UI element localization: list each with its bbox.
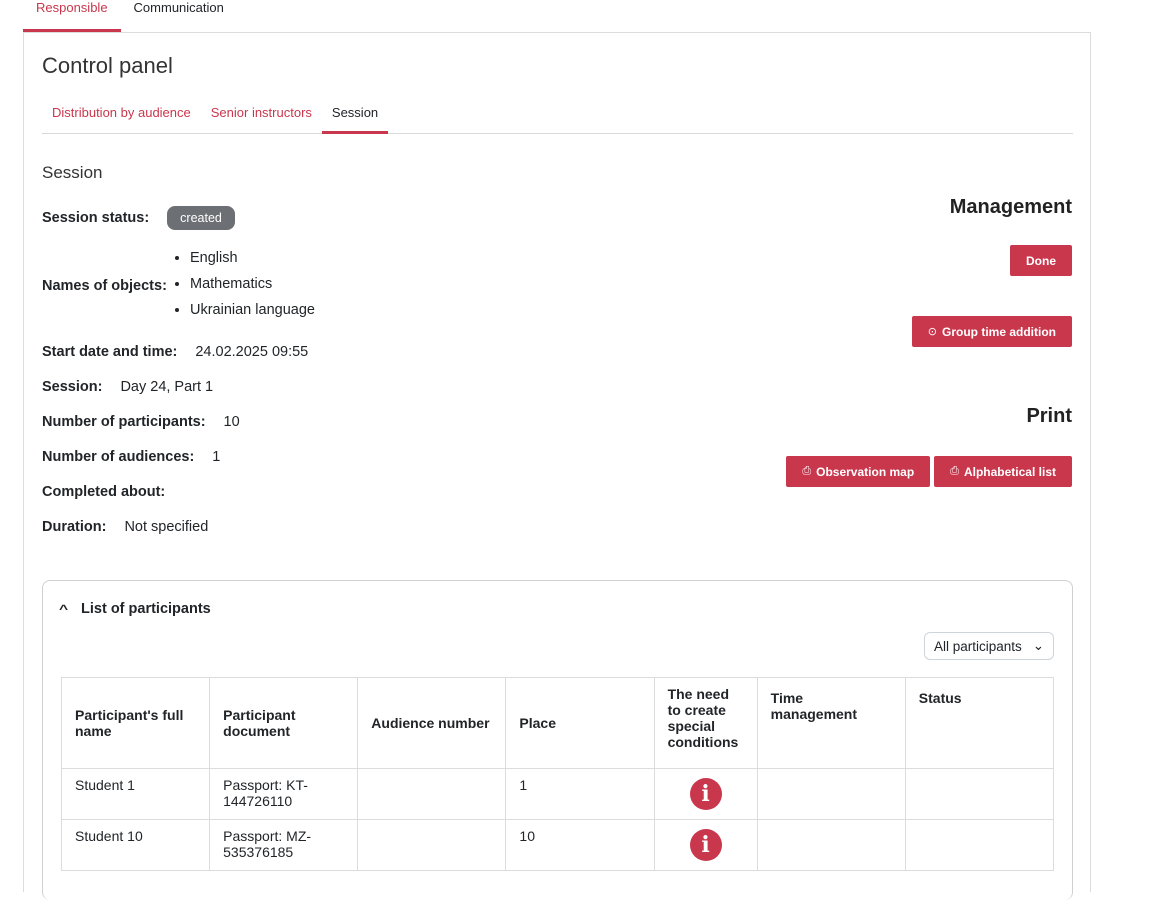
column-header: Audience number — [357, 677, 507, 769]
time-management — [756, 768, 906, 820]
duration-row: Duration: Not specified — [42, 519, 208, 535]
page-title: Control panel — [42, 53, 173, 78]
print-block: Print ⎙ Observation map ⎙ Alphabetical l… — [786, 405, 1072, 487]
start-label: Start date and time: — [42, 344, 178, 360]
info-icon[interactable]: i — [689, 778, 722, 810]
participants-count-label: Number of participants: — [42, 414, 206, 430]
column-header: Participant document — [209, 677, 359, 769]
objects-label: Names of objects: — [42, 278, 167, 294]
time-management — [756, 819, 906, 871]
duration-label: Duration: — [42, 519, 107, 535]
audience-number — [357, 768, 507, 820]
table-row: Student 10 Passport: MZ-535376185 10 i — [60, 819, 1055, 871]
management-title: Management — [949, 196, 1072, 218]
print-title: Print — [1026, 405, 1072, 427]
duration-value: Not specified — [124, 519, 209, 535]
start-row: Start date and time: 24.02.2025 09:55 — [42, 344, 308, 360]
objects-list: English Mathematics Ukrainian language — [174, 245, 315, 323]
session-status-label: Session status: — [42, 210, 150, 226]
session-status-row: Session status: created — [42, 206, 235, 230]
session-value: Day 24, Part 1 — [120, 379, 214, 395]
completed-row: Completed about: — [42, 484, 183, 500]
status-badge: created — [167, 206, 235, 230]
session-row: Session: Day 24, Part 1 — [42, 379, 213, 395]
participant-document: Passport: MZ-535376185 — [209, 819, 359, 871]
group-time-addition-label: Group time addition — [942, 324, 1056, 339]
participant-document: Passport: KT-144726110 — [209, 768, 359, 820]
printer-icon: ⎙ — [950, 465, 959, 477]
special-conditions-cell: i — [653, 819, 758, 871]
column-header: Participant's full name — [60, 677, 211, 769]
audience-number — [357, 819, 507, 871]
list-item: Ukrainian language — [190, 297, 315, 323]
alphabetical-list-button[interactable]: ⎙ Alphabetical list — [934, 456, 1072, 487]
participant-name: Student 10 — [60, 819, 211, 871]
group-time-addition-button[interactable]: ⊙ Group time addition — [911, 316, 1072, 347]
tab-distribution-by-audience[interactable]: Distribution by audience — [42, 99, 201, 134]
session-label: Session: — [42, 379, 103, 395]
special-conditions-cell: i — [653, 768, 758, 820]
participants-count-row: Number of participants: 10 — [42, 414, 240, 430]
list-item: Mathematics — [190, 271, 315, 297]
start-value: 24.02.2025 09:55 — [195, 344, 309, 360]
participant-name: Student 1 — [60, 768, 211, 820]
chevron-down-icon: ⌄ — [1032, 638, 1044, 653]
column-header: Place — [505, 677, 655, 769]
participants-title: List of participants — [81, 601, 211, 617]
info-icon[interactable]: i — [689, 829, 722, 861]
completed-label: Completed about: — [42, 484, 166, 500]
participants-filter-select[interactable]: All participants ⌄ — [924, 632, 1054, 660]
list-item: English — [190, 245, 315, 271]
top-tabs: Responsible Communication — [23, 0, 237, 32]
participants-table: Participant's full name Participant docu… — [60, 677, 1055, 871]
section-title: Session — [42, 163, 103, 182]
management-block: Management Done ⊙ Group time addition — [911, 196, 1072, 347]
participant-place: 1 — [505, 768, 655, 820]
audiences-count-row: Number of audiences: 1 — [42, 449, 220, 465]
chevron-up-icon: ^ — [58, 602, 69, 616]
observation-map-label: Observation map — [816, 464, 915, 479]
column-header: Status — [904, 677, 1055, 769]
column-header: Time management — [756, 677, 906, 769]
printer-icon: ⎙ — [802, 465, 812, 477]
observation-map-button[interactable]: ⎙ Observation map — [786, 456, 931, 487]
participants-section: ^ List of participants All participants … — [42, 580, 1073, 900]
table-header-row: Participant's full name Participant docu… — [60, 677, 1055, 769]
control-panel-card: Control panel Distribution by audience S… — [23, 32, 1091, 900]
alphabetical-list-label: Alphabetical list — [963, 464, 1056, 479]
done-button[interactable]: Done — [1010, 245, 1072, 276]
column-header: The need to create special conditions — [653, 677, 758, 769]
audiences-count-value: 1 — [212, 449, 221, 465]
tab-responsible[interactable]: Responsible — [23, 0, 121, 32]
objects-row: Names of objects: — [42, 278, 185, 294]
table-row: Student 1 Passport: KT-144726110 1 i — [60, 768, 1055, 820]
participant-status — [904, 768, 1055, 820]
tab-communication[interactable]: Communication — [121, 0, 237, 32]
tab-senior-instructors[interactable]: Senior instructors — [201, 99, 322, 134]
participants-filter-value: All participants — [934, 638, 1022, 654]
participant-status — [904, 819, 1055, 871]
done-button-label: Done — [1026, 253, 1056, 268]
participants-count-value: 10 — [223, 414, 240, 430]
audiences-count-label: Number of audiences: — [42, 449, 195, 465]
sub-tabs: Distribution by audience Senior instruct… — [42, 99, 1073, 134]
participant-place: 10 — [505, 819, 655, 871]
tab-session[interactable]: Session — [321, 99, 389, 134]
clock-icon: ⊙ — [927, 326, 937, 338]
participants-accordion-toggle[interactable]: ^ List of participants — [58, 601, 211, 617]
